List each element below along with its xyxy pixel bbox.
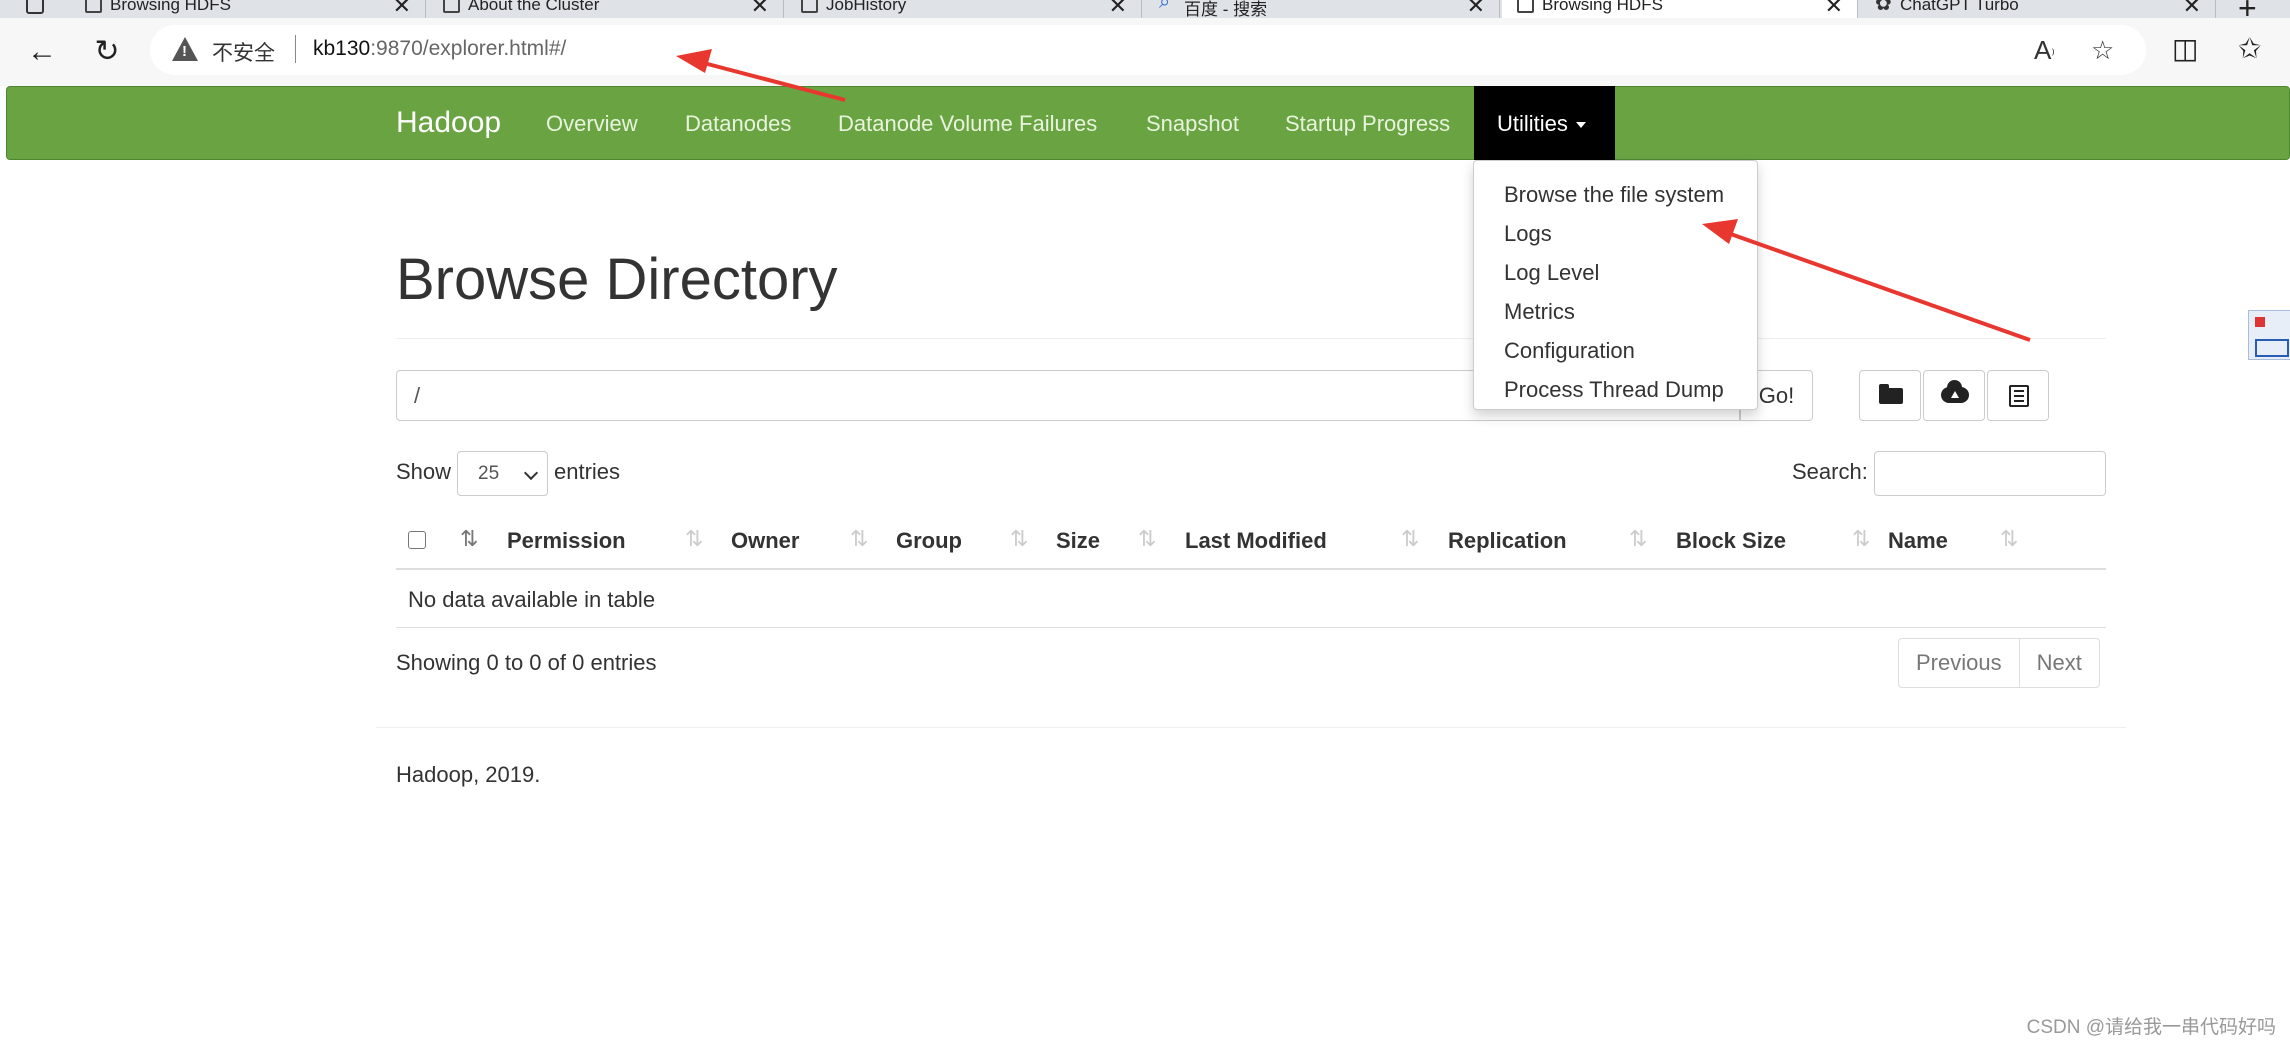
folder-open-icon (1879, 384, 1903, 404)
table-header-divider (396, 568, 2106, 570)
sort-asc-icon[interactable]: ⇅ (460, 526, 479, 552)
list-alt-icon (2009, 385, 2029, 407)
tab-title: 百度 - 搜索 (1184, 0, 1268, 18)
browser-tab[interactable]: About the Cluster ✕ (428, 0, 784, 18)
tab-actions-icon[interactable] (22, 0, 44, 18)
nav-datanode-volume-failures[interactable]: Datanode Volume Failures (838, 111, 1097, 137)
close-icon[interactable]: ✕ (1825, 0, 1843, 18)
divider (396, 627, 2106, 628)
browser-tab[interactable]: JobHistory ✕ (786, 0, 1142, 18)
page-icon (85, 0, 102, 13)
close-icon[interactable]: ✕ (1109, 0, 1127, 18)
tab-title: About the Cluster (468, 0, 600, 14)
caret-down-icon (1575, 122, 1586, 129)
nav-startup-progress[interactable]: Startup Progress (1285, 111, 1450, 137)
sort-icon[interactable]: ⇅ (1138, 526, 1157, 552)
sort-icon[interactable]: ⇅ (1629, 526, 1648, 552)
menu-item-metrics[interactable]: Metrics (1474, 292, 1757, 331)
page-footer: Hadoop, 2019. (396, 762, 541, 787)
column-header-group[interactable]: Group (896, 528, 962, 554)
read-aloud-icon[interactable]: A⁾ (2034, 35, 2055, 66)
favorite-star-icon[interactable]: ☆ (2091, 35, 2114, 66)
close-icon[interactable]: ✕ (393, 0, 411, 18)
column-header-last-modified[interactable]: Last Modified (1185, 528, 1327, 554)
create-directory-button[interactable] (1859, 370, 1921, 421)
floating-toolbar-widget[interactable] (2248, 310, 2290, 360)
brand-link[interactable]: Hadoop (396, 106, 501, 140)
browser-tab-strip: Browsing HDFS ✕ About the Cluster ✕ JobH… (0, 0, 2290, 26)
nav-snapshot[interactable]: Snapshot (1146, 111, 1239, 137)
menu-item-log-level[interactable]: Log Level (1474, 253, 1757, 292)
split-screen-icon[interactable]: ◫ (2172, 32, 2198, 65)
divider (295, 35, 296, 63)
nav-utilities-dropdown[interactable]: Utilities (1474, 86, 1615, 160)
next-page-button[interactable]: Next (2018, 639, 2099, 687)
warning-icon[interactable] (172, 37, 198, 61)
tab-title: Browsing HDFS (110, 0, 231, 14)
table-info: Showing 0 to 0 of 0 entries (396, 650, 657, 675)
column-header-owner[interactable]: Owner (731, 528, 799, 554)
security-label[interactable]: 不安全 (212, 37, 275, 67)
sort-icon[interactable]: ⇅ (1852, 526, 1871, 552)
close-icon[interactable]: ✕ (2183, 0, 2201, 18)
sort-icon[interactable]: ⇅ (685, 526, 704, 552)
utilities-dropdown-menu: Browse the file system Logs Log Level Me… (1473, 160, 1758, 410)
browser-tab[interactable]: ⌕ 百度 - 搜索 ✕ (1144, 0, 1500, 18)
column-header-permission[interactable]: Permission (507, 528, 626, 554)
page-icon (443, 0, 460, 13)
close-icon[interactable]: ✕ (751, 0, 769, 18)
previous-page-button[interactable]: Previous (1899, 639, 2019, 687)
divider (376, 727, 2126, 728)
address-bar[interactable]: 不安全 kb130:9870/explorer.html#/ A⁾ ☆ (150, 25, 2146, 75)
cut-paste-button[interactable] (1987, 370, 2049, 421)
sort-icon[interactable]: ⇅ (850, 526, 869, 552)
menu-item-logs[interactable]: Logs (1474, 214, 1757, 253)
search-icon: ⌕ (1159, 0, 1171, 13)
nav-overview[interactable]: Overview (546, 111, 638, 137)
column-header-replication[interactable]: Replication (1448, 528, 1567, 554)
upload-button[interactable] (1923, 370, 1985, 421)
sort-icon[interactable]: ⇅ (1010, 526, 1029, 552)
cloud-upload-icon (1941, 380, 1969, 403)
page-icon (801, 0, 818, 13)
menu-item-browse-file-system[interactable]: Browse the file system (1474, 175, 1757, 214)
search-input[interactable] (1874, 451, 2106, 496)
browser-toolbar: ← ↻ 不安全 kb130:9870/explorer.html#/ A⁾ ☆ … (0, 18, 2290, 86)
utilities-label: Utilities (1497, 111, 1568, 136)
url-path: :9870/explorer.html#/ (370, 37, 567, 60)
divider (396, 338, 2106, 339)
nav-datanodes[interactable]: Datanodes (685, 111, 791, 137)
tab-title: ChatGPT Turbo (1900, 0, 2019, 14)
select-all-checkbox[interactable] (408, 531, 426, 549)
tab-title: JobHistory (826, 0, 907, 14)
entries-label: entries (554, 459, 621, 484)
reload-icon[interactable]: ↻ (89, 34, 125, 70)
page-title: Browse Directory (396, 247, 838, 312)
sort-icon[interactable]: ⇅ (2000, 526, 2019, 552)
column-header-block-size[interactable]: Block Size (1676, 528, 1786, 554)
favorites-list-icon[interactable]: ✩ (2238, 32, 2261, 65)
hadoop-navbar: Hadoop Overview Datanodes Datanode Volum… (6, 86, 2290, 160)
page-icon (1517, 0, 1534, 13)
back-arrow-icon[interactable]: ← (24, 34, 60, 70)
entries-per-page-select[interactable]: 25 (457, 451, 548, 496)
search-label: Search: (1792, 459, 1868, 484)
url-host: kb130 (313, 37, 371, 60)
column-header-size[interactable]: Size (1056, 528, 1100, 554)
empty-table-message: No data available in table (408, 587, 656, 612)
tab-title: Browsing HDFS (1542, 0, 1663, 14)
browser-tab-active[interactable]: Browsing HDFS ✕ (1502, 0, 1858, 18)
browser-tab[interactable]: Browsing HDFS ✕ (70, 0, 426, 18)
show-label: Show (396, 459, 452, 484)
watermark: CSDN @请给我一串代码好吗 (2026, 1017, 2276, 1038)
menu-item-configuration[interactable]: Configuration (1474, 331, 1757, 370)
column-header-name[interactable]: Name (1888, 528, 1948, 554)
sort-icon[interactable]: ⇅ (1401, 526, 1420, 552)
pagination: Previous Next (1898, 638, 2100, 688)
chatgpt-icon: ✿ (1875, 0, 1892, 15)
menu-item-process-thread-dump[interactable]: Process Thread Dump (1474, 370, 1757, 409)
close-icon[interactable]: ✕ (1467, 0, 1485, 18)
browser-tab[interactable]: ✿ ChatGPT Turbo ✕ (1860, 0, 2216, 18)
url-text[interactable]: kb130:9870/explorer.html#/ (313, 37, 566, 61)
